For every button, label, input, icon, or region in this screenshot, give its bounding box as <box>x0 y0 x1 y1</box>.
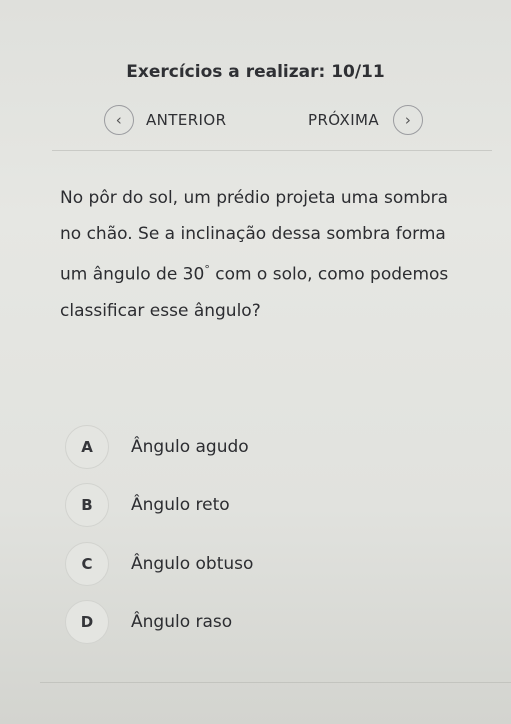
option-label: Ângulo reto <box>131 495 230 515</box>
option-letter: D <box>65 600 109 644</box>
option-a[interactable]: A Ângulo agudo <box>65 425 249 469</box>
option-letter: A <box>65 425 109 469</box>
divider <box>52 150 492 151</box>
next-label: PRÓXIMA <box>308 111 380 129</box>
option-label: Ângulo obtuso <box>131 554 254 574</box>
option-label: Ângulo raso <box>131 612 233 632</box>
bottom-divider <box>40 682 511 683</box>
page-title: Exercícios a realizar: 10/11 <box>126 62 385 82</box>
option-d[interactable]: D Ângulo raso <box>65 600 232 644</box>
chevron-left-icon: ‹ <box>104 105 134 135</box>
option-letter: C <box>65 542 109 586</box>
exercise-screen: Exercícios a realizar: 10/11 ‹ ANTERIOR … <box>0 0 511 724</box>
option-b[interactable]: B Ângulo reto <box>65 483 230 527</box>
option-letter: B <box>65 483 109 527</box>
previous-label: ANTERIOR <box>146 111 227 129</box>
next-button[interactable]: PRÓXIMA › <box>308 105 424 135</box>
question-text: No pôr do sol, um prédio projeta uma som… <box>60 180 470 329</box>
chevron-right-icon: › <box>393 105 424 135</box>
option-c[interactable]: C Ângulo obtuso <box>65 542 253 586</box>
question-navigation: ‹ ANTERIOR PRÓXIMA › <box>0 103 511 137</box>
previous-button[interactable]: ‹ ANTERIOR <box>104 105 226 135</box>
option-label: Ângulo agudo <box>131 437 249 457</box>
